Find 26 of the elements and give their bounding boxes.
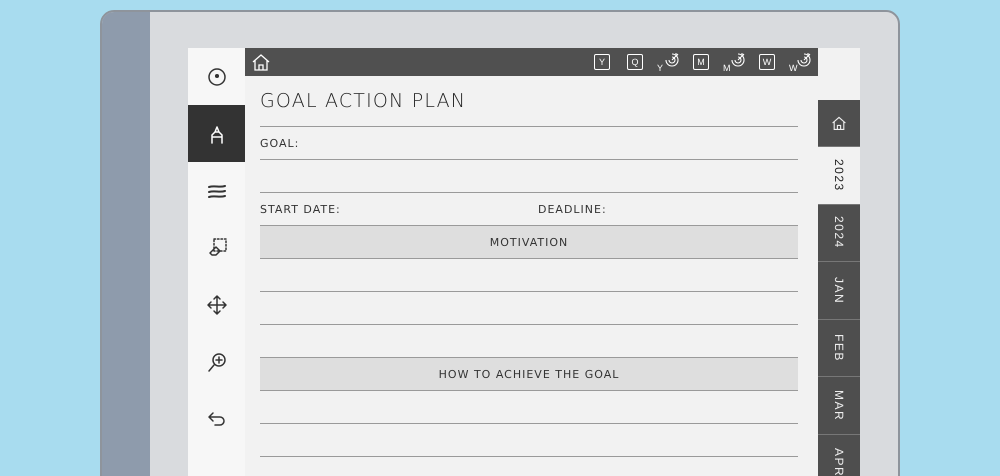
home-button[interactable] [251,52,271,72]
zoom-in-icon [206,350,228,372]
home-icon [251,52,271,72]
goal-label: GOAL: [260,136,300,150]
goal-target-button[interactable]: Y [656,51,680,73]
calendar-button[interactable]: Y [594,54,610,70]
side-tab[interactable]: FEB [818,320,860,377]
goal-target-button[interactable]: M [722,51,746,73]
move-arrows-icon [206,294,228,316]
calendar-button[interactable]: M [693,54,709,70]
page-title: GOAL ACTION PLAN [260,90,466,112]
pen-tool-button[interactable] [188,105,245,162]
side-tab[interactable]: JAN [818,262,860,320]
home-tab[interactable] [818,100,860,147]
side-tab[interactable]: MAR [818,377,860,434]
calendar-button[interactable]: Q [627,54,643,70]
side-tab[interactable]: 2024 [818,204,860,262]
side-tab[interactable]: APR [818,434,860,476]
deadline-label: DEADLINE: [538,202,607,216]
dot-circle-icon [206,66,228,88]
home-icon [831,115,847,131]
calendar-button[interactable]: W [759,54,775,70]
section-header: HOW TO ACHIEVE THE GOAL [260,357,798,391]
section-header: MOTIVATION [260,225,798,259]
goal-target-button[interactable]: W [788,51,812,73]
start-date-label: START DATE: [260,202,342,216]
